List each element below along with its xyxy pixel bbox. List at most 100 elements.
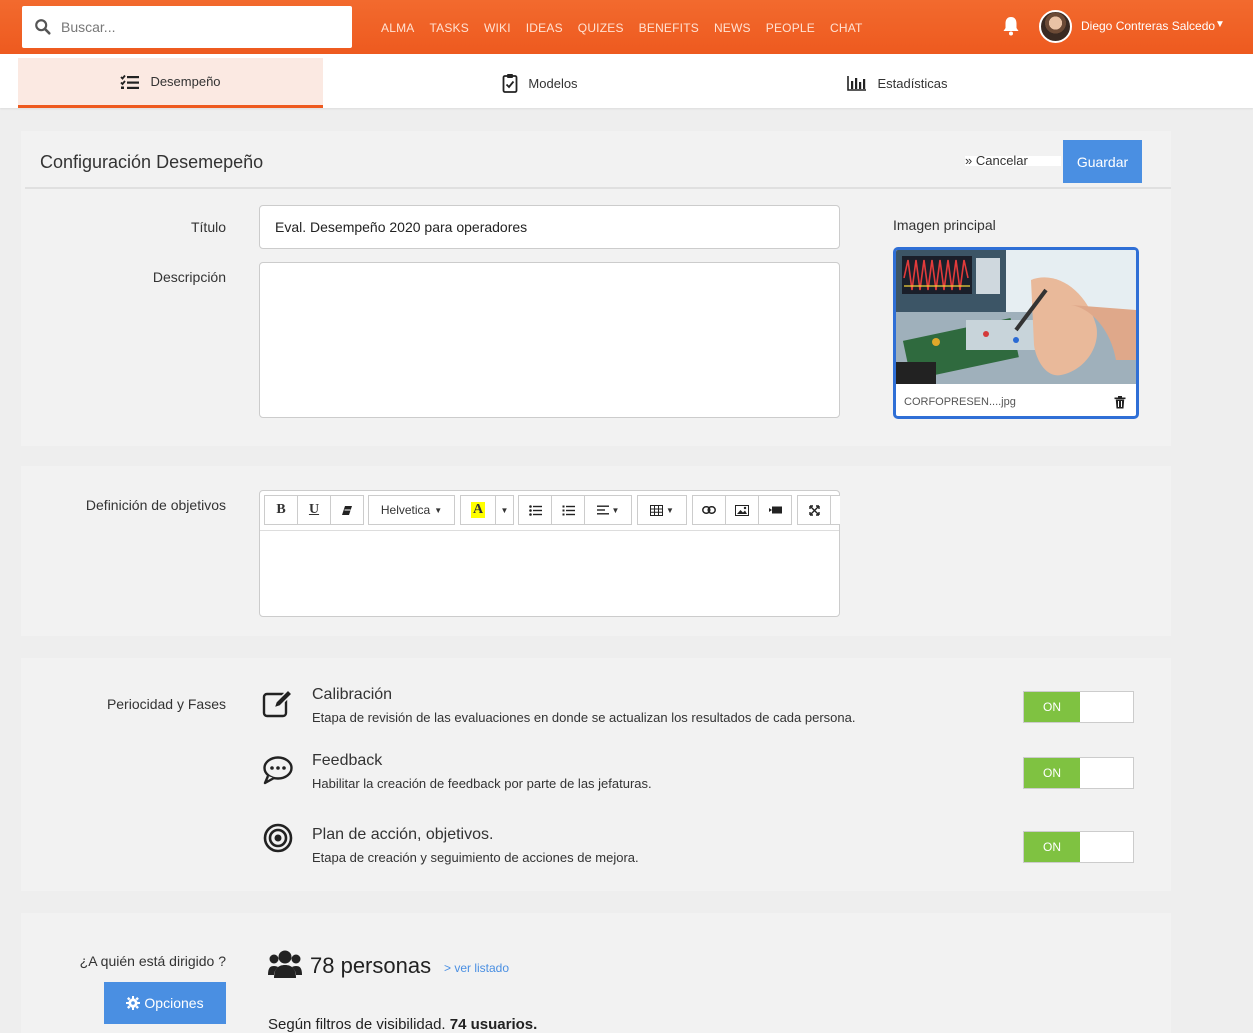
tab-estadisticas[interactable]: Estadísticas <box>760 58 1035 108</box>
bullet-list-icon <box>528 504 542 516</box>
search-icon <box>35 19 51 35</box>
visibility-count: 74 usuarios. <box>449 1016 538 1033</box>
underline-icon: U <box>308 502 320 517</box>
tab-label: Modelos <box>528 75 578 91</box>
descripcion-textarea[interactable] <box>259 262 840 418</box>
titulo-input[interactable] <box>259 205 840 249</box>
phase-title: Plan de acción, objetivos. <box>312 826 494 843</box>
objetivos-panel: Definición de objetivos B U Helvetica ▼ A… <box>21 466 1171 636</box>
rich-text-editor: B U Helvetica ▼ A ▼ ▼ ▼ <box>259 490 840 617</box>
options-button[interactable]: Opciones <box>104 982 226 1024</box>
phase-title: Calibración <box>312 686 393 703</box>
nav-people[interactable]: PEOPLE <box>766 21 815 35</box>
phase-desc: Etapa de creación y seguimiento de accio… <box>312 850 639 865</box>
editor-toolbar: B U Helvetica ▼ A ▼ ▼ ▼ <box>260 491 840 531</box>
search-box[interactable] <box>22 6 352 48</box>
underline-button[interactable]: U <box>297 495 331 525</box>
chevron-down-icon[interactable]: ▼ <box>1215 19 1225 30</box>
highlight-icon: A <box>470 502 486 518</box>
highlight-button[interactable]: A <box>460 495 496 525</box>
objetivos-label: Definición de objetivos <box>85 497 226 513</box>
font-select[interactable]: Helvetica ▼ <box>368 495 455 525</box>
nav-tasks[interactable]: TASKS <box>429 21 468 35</box>
nav-alma[interactable]: ALMA <box>381 21 414 35</box>
electronics-photo <box>896 250 1136 384</box>
image-card[interactable]: CORFOPRESEN....jpg <box>893 247 1139 419</box>
caret-icon: ▼ <box>500 505 509 515</box>
caret-icon: ▼ <box>666 505 674 515</box>
fullscreen-icon <box>808 504 820 516</box>
bar-chart-icon <box>847 76 867 91</box>
font-name: Helvetica <box>380 503 431 517</box>
image-icon <box>735 504 749 516</box>
bold-button[interactable]: B <box>264 495 298 525</box>
descripcion-label: Descripción <box>152 269 226 285</box>
audiencia-panel: ¿A quién está dirigido ? 78 personas > v… <box>21 913 1171 1033</box>
options-label: Opciones <box>144 995 204 1011</box>
cancel-link[interactable]: » Cancelar <box>965 153 1028 168</box>
ver-listado-link[interactable]: > ver listado <box>444 961 509 975</box>
divider <box>25 187 1171 189</box>
tab-desempeno[interactable]: Desempeño <box>18 58 323 108</box>
config-panel: Configuración Desemepeño » Cancelar Guar… <box>21 131 1171 446</box>
nav-chat[interactable]: CHAT <box>830 21 863 35</box>
table-button[interactable]: ▼ <box>637 495 687 525</box>
toggle-on: ON <box>1024 692 1080 722</box>
feedback-toggle[interactable]: ON <box>1023 757 1134 789</box>
main-nav: ALMA TASKS WIKI IDEAS QUIZES BENEFITS NE… <box>381 21 878 35</box>
visibility-text: Según filtros de visibilidad. 74 usuario… <box>268 1016 537 1033</box>
bullet-list-button[interactable] <box>518 495 552 525</box>
fases-panel: Periocidad y Fases Calibración Etapa de … <box>21 658 1171 891</box>
tab-modelos[interactable]: Modelos <box>400 58 680 108</box>
fullscreen-button[interactable] <box>797 495 831 525</box>
table-icon <box>650 504 664 516</box>
bold-icon: B <box>276 502 286 517</box>
audiencia-label: ¿A quién está dirigido ? <box>79 953 226 969</box>
avatar[interactable] <box>1039 10 1072 43</box>
toolbar-overflow <box>830 495 840 525</box>
tab-bar: Desempeño Modelos Estadísticas <box>0 54 1253 108</box>
highlight-dropdown[interactable]: ▼ <box>495 495 514 525</box>
editor-content[interactable] <box>260 532 839 616</box>
nav-benefits[interactable]: BENEFITS <box>639 21 699 35</box>
titulo-label: Título <box>190 219 226 235</box>
eraser-icon <box>342 505 352 515</box>
video-button[interactable] <box>758 495 792 525</box>
gear-icon <box>126 996 141 1010</box>
target-icon <box>263 823 293 853</box>
search-input[interactable] <box>61 19 331 35</box>
numbered-list-button[interactable] <box>551 495 585 525</box>
bell-icon[interactable] <box>1002 16 1020 36</box>
align-button[interactable]: ▼ <box>584 495 632 525</box>
users-icon <box>268 950 302 978</box>
image-filename: CORFOPRESEN....jpg <box>904 396 1016 408</box>
numbered-list-icon <box>562 505 575 515</box>
tab-label: Desempeño <box>150 74 221 89</box>
fases-label: Periocidad y Fases <box>106 696 226 712</box>
imagen-label: Imagen principal <box>893 217 996 233</box>
user-name[interactable]: Diego Contreras Salcedo <box>1081 19 1215 33</box>
save-button[interactable]: Guardar <box>1063 140 1142 183</box>
trash-icon[interactable] <box>1114 396 1126 409</box>
caret-icon: ▼ <box>611 505 620 515</box>
phase-desc: Habilitar la creación de feedback por pa… <box>312 776 652 791</box>
nav-wiki[interactable]: WIKI <box>484 21 511 35</box>
list-check-icon <box>120 74 140 89</box>
page-title: Configuración Desemepeño <box>40 152 264 172</box>
clear-format-button[interactable] <box>330 495 364 525</box>
caret-icon: ▼ <box>434 505 443 515</box>
edit-icon <box>262 688 294 718</box>
clipboard-check-icon <box>503 74 518 93</box>
top-bar: ALMA TASKS WIKI IDEAS QUIZES BENEFITS NE… <box>0 0 1253 54</box>
nav-ideas[interactable]: IDEAS <box>526 21 563 35</box>
nav-quizes[interactable]: QUIZES <box>578 21 624 35</box>
chat-bubble-icon <box>263 756 293 785</box>
nav-news[interactable]: NEWS <box>714 21 751 35</box>
plan-accion-toggle[interactable]: ON <box>1023 831 1134 863</box>
tab-label: Estadísticas <box>877 75 948 91</box>
link-button[interactable] <box>692 495 726 525</box>
calibracion-toggle[interactable]: ON <box>1023 691 1134 723</box>
image-button[interactable] <box>725 495 759 525</box>
align-icon <box>596 505 609 515</box>
phase-desc: Etapa de revisión de las evaluaciones en… <box>312 710 856 725</box>
